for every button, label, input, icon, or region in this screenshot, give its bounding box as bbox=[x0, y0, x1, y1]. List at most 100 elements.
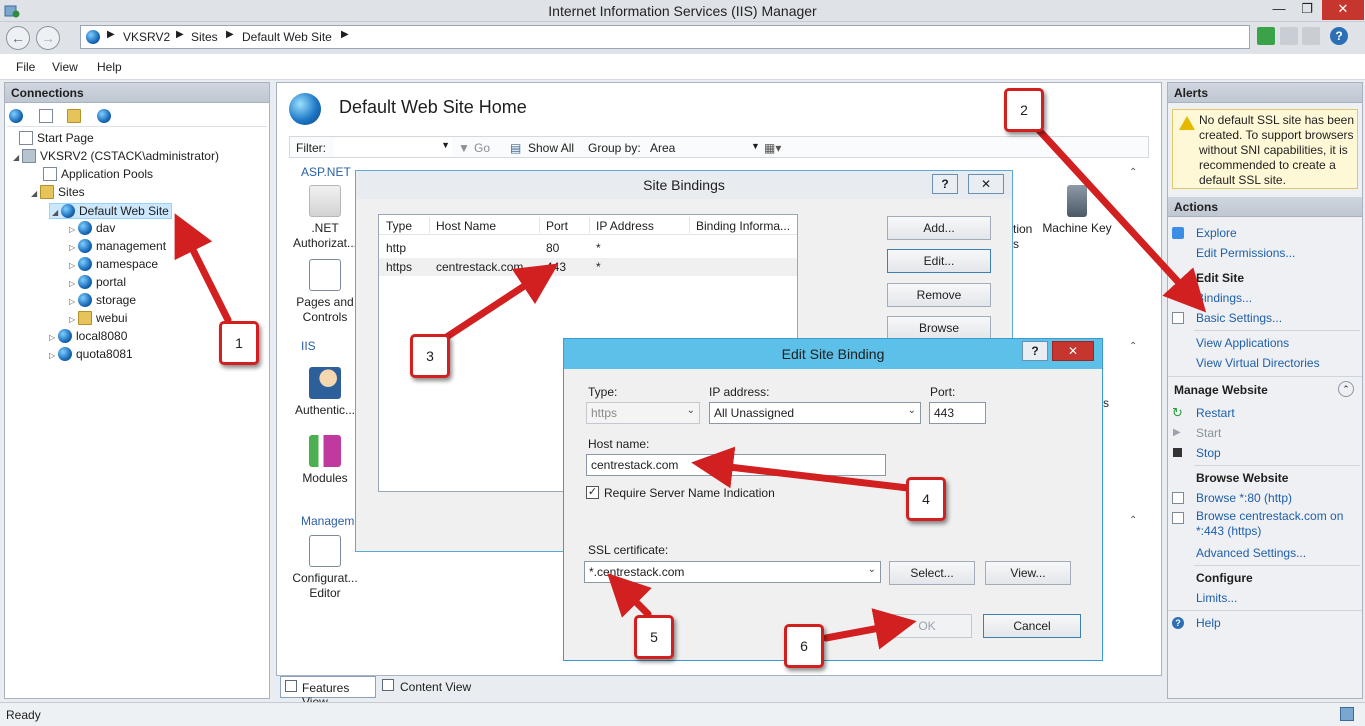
bindings-link[interactable]: Bindings... bbox=[1196, 291, 1252, 305]
column-binding-info[interactable]: Binding Informa... bbox=[696, 219, 790, 233]
feature-authentication[interactable]: Authentic... bbox=[287, 367, 363, 418]
collapse-arrow-icon[interactable]: ◢ bbox=[52, 208, 61, 217]
port-input[interactable]: 443 bbox=[929, 402, 986, 424]
minimize-button[interactable]: — bbox=[1266, 0, 1292, 20]
expand-arrow-icon[interactable]: ▷ bbox=[69, 243, 78, 252]
maximize-button[interactable]: ❐ bbox=[1294, 0, 1320, 20]
dialog-close-button[interactable]: ✕ bbox=[968, 174, 1004, 194]
tree-sites[interactable]: ◢ Sites bbox=[31, 185, 85, 199]
show-all-button[interactable]: Show All bbox=[528, 141, 574, 155]
content-view-tab[interactable]: Content View bbox=[380, 676, 480, 698]
help-link[interactable]: Help bbox=[1196, 616, 1221, 630]
expand-arrow-icon[interactable]: ▷ bbox=[69, 225, 78, 234]
view-certificate-button[interactable]: View... bbox=[985, 561, 1071, 585]
disconnect-icon[interactable] bbox=[97, 109, 111, 123]
tree-server[interactable]: ◢ VKSRV2 (CSTACK\administrator) bbox=[13, 149, 219, 163]
menu-view[interactable]: View bbox=[52, 60, 78, 74]
tree-child-dav[interactable]: ▷ dav bbox=[69, 221, 115, 235]
restart-link[interactable]: Restart bbox=[1196, 406, 1235, 420]
go-filter-icon[interactable]: ▼ bbox=[458, 141, 470, 155]
ssl-certificate-select[interactable]: *.centrestack.com ⌄ bbox=[584, 561, 881, 583]
edit-permissions-link[interactable]: Edit Permissions... bbox=[1196, 246, 1295, 260]
menu-help[interactable]: Help bbox=[97, 60, 122, 74]
tree-start-page[interactable]: Start Page bbox=[19, 131, 94, 145]
stop-icon[interactable] bbox=[1280, 27, 1298, 45]
view-virtual-directories-link[interactable]: View Virtual Directories bbox=[1196, 356, 1320, 370]
browse-https-link-line2[interactable]: *:443 (https) bbox=[1196, 524, 1261, 538]
breadcrumb-server[interactable]: VKSRV2 bbox=[123, 30, 170, 44]
tree-site-local8080[interactable]: ▷ local8080 bbox=[49, 329, 127, 343]
dialog-close-button[interactable]: ✕ bbox=[1052, 341, 1094, 361]
type-select[interactable]: https ⌄ bbox=[586, 402, 700, 424]
collapse-section-icon[interactable]: ⌃ bbox=[1338, 381, 1354, 397]
filter-input[interactable]: ▼ bbox=[334, 138, 452, 156]
feature-modules[interactable]: Modules bbox=[287, 435, 363, 486]
home-icon[interactable] bbox=[1302, 27, 1320, 45]
ok-button[interactable]: OK bbox=[882, 614, 972, 638]
add-binding-button[interactable]: Add... bbox=[887, 216, 991, 240]
expand-arrow-icon[interactable]: ▷ bbox=[69, 297, 78, 306]
column-ip-address[interactable]: IP Address bbox=[596, 219, 654, 233]
browse-http-link[interactable]: Browse *:80 (http) bbox=[1196, 491, 1292, 505]
tree-default-web-site[interactable]: ◢ Default Web Site bbox=[49, 203, 172, 219]
section-aspnet[interactable]: ASP.NET bbox=[301, 165, 351, 179]
save-icon[interactable] bbox=[39, 109, 53, 123]
chevron-down-icon[interactable]: ▼ bbox=[751, 141, 760, 151]
expand-arrow-icon[interactable]: ▷ bbox=[69, 261, 78, 270]
breadcrumb-sites[interactable]: Sites bbox=[191, 30, 218, 44]
up-folder-icon[interactable] bbox=[67, 109, 81, 123]
expand-arrow-icon[interactable]: ▷ bbox=[49, 351, 58, 360]
section-management[interactable]: Managem bbox=[301, 514, 354, 528]
sni-checkbox[interactable]: ✓ bbox=[586, 486, 599, 499]
feature-configuration-editor[interactable]: Configurat... Editor bbox=[287, 535, 363, 601]
tree-child-management[interactable]: ▷ management bbox=[69, 239, 166, 253]
menu-file[interactable]: File bbox=[16, 60, 35, 74]
start-link[interactable]: Start bbox=[1196, 426, 1221, 440]
select-certificate-button[interactable]: Select... bbox=[889, 561, 975, 585]
column-host-name[interactable]: Host Name bbox=[436, 219, 496, 233]
chevron-down-icon[interactable]: ▼ bbox=[441, 140, 450, 150]
expand-arrow-icon[interactable]: ▷ bbox=[69, 315, 78, 324]
breadcrumb-default-site[interactable]: Default Web Site bbox=[242, 30, 332, 44]
feature-net-authorization[interactable]: .NET Authorizat... bbox=[287, 185, 363, 251]
ip-address-select[interactable]: All Unassigned ⌄ bbox=[709, 402, 921, 424]
cancel-button[interactable]: Cancel bbox=[983, 614, 1081, 638]
help-icon[interactable]: ? bbox=[1330, 27, 1348, 45]
expand-arrow-icon[interactable]: ▷ bbox=[49, 333, 58, 342]
stop-link[interactable]: Stop bbox=[1196, 446, 1221, 460]
table-row[interactable]: https centrestack.com 443 * bbox=[379, 258, 797, 276]
limits-link[interactable]: Limits... bbox=[1196, 591, 1237, 605]
view-mode-icon[interactable]: ▦▾ bbox=[764, 141, 781, 155]
dialog-help-button[interactable]: ? bbox=[1022, 341, 1048, 361]
refresh-icon[interactable] bbox=[1257, 27, 1275, 45]
tree-site-quota8081[interactable]: ▷ quota8081 bbox=[49, 347, 133, 361]
close-window-button[interactable]: ✕ bbox=[1322, 0, 1364, 20]
tree-child-namespace[interactable]: ▷ namespace bbox=[69, 257, 158, 271]
tree-app-pools[interactable]: Application Pools bbox=[43, 167, 153, 181]
browse-binding-button[interactable]: Browse bbox=[887, 316, 991, 340]
column-port[interactable]: Port bbox=[546, 219, 568, 233]
expand-arrow-icon[interactable]: ▷ bbox=[69, 279, 78, 288]
collapse-section-icon[interactable]: ⌃ bbox=[1129, 167, 1137, 178]
group-by-select[interactable]: Area bbox=[650, 141, 675, 155]
collapse-section-icon[interactable]: ⌃ bbox=[1129, 341, 1137, 352]
feature-machine-key[interactable]: Machine Key bbox=[1039, 185, 1115, 236]
advanced-settings-link[interactable]: Advanced Settings... bbox=[1196, 546, 1306, 560]
features-view-tab[interactable]: Features View bbox=[280, 676, 376, 709]
remove-binding-button[interactable]: Remove bbox=[887, 283, 991, 307]
table-row[interactable]: http 80 * bbox=[379, 239, 797, 257]
collapse-section-icon[interactable]: ⌃ bbox=[1129, 515, 1137, 526]
forward-button[interactable]: → bbox=[36, 26, 60, 50]
collapse-arrow-icon[interactable]: ◢ bbox=[13, 153, 22, 162]
view-applications-link[interactable]: View Applications bbox=[1196, 336, 1289, 350]
go-button[interactable]: Go bbox=[474, 141, 490, 155]
host-name-input[interactable]: centrestack.com bbox=[586, 454, 886, 476]
column-type[interactable]: Type bbox=[386, 219, 412, 233]
tree-child-storage[interactable]: ▷ storage bbox=[69, 293, 136, 307]
tree-child-portal[interactable]: ▷ portal bbox=[69, 275, 126, 289]
basic-settings-link[interactable]: Basic Settings... bbox=[1196, 311, 1282, 325]
collapse-arrow-icon[interactable]: ◢ bbox=[31, 189, 40, 198]
dialog-help-button[interactable]: ? bbox=[932, 174, 958, 194]
browse-https-link[interactable]: Browse centrestack.com on bbox=[1196, 509, 1343, 523]
connect-icon[interactable] bbox=[9, 109, 23, 123]
